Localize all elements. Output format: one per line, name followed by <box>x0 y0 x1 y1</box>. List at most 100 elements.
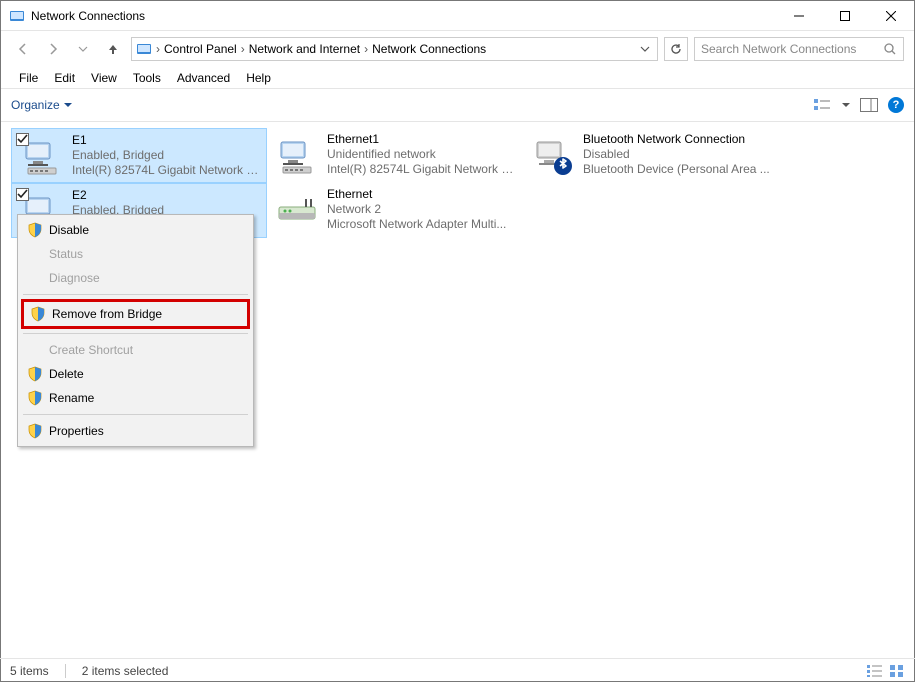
context-menu-item[interactable]: Properties <box>21 419 250 443</box>
view-options-button[interactable] <box>814 96 832 114</box>
up-button[interactable] <box>101 37 125 61</box>
shield-icon <box>27 222 43 238</box>
context-menu-item[interactable]: Rename <box>21 386 250 410</box>
adapter-icon <box>273 132 321 180</box>
menu-edit[interactable]: Edit <box>46 69 83 87</box>
context-menu-item: Status <box>21 242 250 266</box>
adapter-icon <box>529 132 577 180</box>
connection-status: Disabled <box>583 147 770 162</box>
menu-tools[interactable]: Tools <box>125 69 169 87</box>
large-icons-view-button[interactable] <box>889 664 905 678</box>
chevron-right-icon: › <box>241 42 245 56</box>
connection-status: Unidentified network <box>327 147 517 162</box>
details-view-button[interactable] <box>867 664 883 678</box>
chevron-right-icon: › <box>364 42 368 56</box>
menubar: File Edit View Tools Advanced Help <box>1 67 914 89</box>
organize-button[interactable]: Organize <box>11 98 72 112</box>
connection-text: Bluetooth Network ConnectionDisabledBlue… <box>583 132 770 179</box>
toolbar-right: ? <box>814 96 904 114</box>
window-icon <box>9 8 25 24</box>
search-icon <box>883 42 897 56</box>
context-menu-label: Properties <box>49 424 104 438</box>
search-placeholder: Search Network Connections <box>701 42 883 56</box>
shield-icon <box>27 366 43 382</box>
connection-device: Intel(R) 82574L Gigabit Network C... <box>327 162 517 177</box>
context-menu-item: Diagnose <box>21 266 250 290</box>
content-area: E1Enabled, BridgedIntel(R) 82574L Gigabi… <box>1 122 914 658</box>
context-menu-label: Delete <box>49 367 84 381</box>
search-input[interactable]: Search Network Connections <box>694 37 904 61</box>
context-menu-label: Status <box>49 247 83 261</box>
divider <box>65 664 66 678</box>
shield-icon <box>30 306 46 322</box>
context-menu: Disable Status Diagnose Remove from Bridge C… <box>17 214 254 447</box>
connection-device: Bluetooth Device (Personal Area ... <box>583 162 770 177</box>
context-menu-label: Remove from Bridge <box>52 307 162 321</box>
separator <box>23 333 248 334</box>
adapter-icon <box>273 187 321 235</box>
connection-text: E1Enabled, BridgedIntel(R) 82574L Gigabi… <box>72 133 260 178</box>
menu-help[interactable]: Help <box>238 69 279 87</box>
context-menu-label: Disable <box>49 223 89 237</box>
menu-file[interactable]: File <box>11 69 46 87</box>
shield-icon <box>27 390 43 406</box>
connection-device: Microsoft Network Adapter Multi... <box>327 217 506 232</box>
context-menu-item: Create Shortcut <box>21 338 250 362</box>
context-menu-item[interactable]: Remove from Bridge <box>24 302 247 326</box>
context-menu-label: Diagnose <box>49 271 100 285</box>
context-menu-item[interactable]: Delete <box>21 362 250 386</box>
highlighted-item: Remove from Bridge <box>21 299 250 329</box>
breadcrumb-part[interactable]: Control Panel <box>164 42 237 56</box>
connection-item[interactable]: Ethernet1Unidentified networkIntel(R) 82… <box>267 128 523 183</box>
help-button[interactable]: ? <box>888 97 904 113</box>
separator <box>23 294 248 295</box>
location-icon <box>136 41 152 57</box>
connection-item[interactable]: Bluetooth Network ConnectionDisabledBlue… <box>523 128 779 183</box>
connection-name: Ethernet <box>327 187 506 202</box>
preview-pane-button[interactable] <box>860 96 878 114</box>
status-item-count: 5 items <box>10 664 49 678</box>
recent-dropdown[interactable] <box>71 37 95 61</box>
menu-view[interactable]: View <box>83 69 125 87</box>
separator <box>23 414 248 415</box>
context-menu-item[interactable]: Disable <box>21 218 250 242</box>
status-bar: 5 items 2 items selected <box>0 658 915 682</box>
status-selected-count: 2 items selected <box>82 664 169 678</box>
connection-name: E1 <box>72 133 260 148</box>
maximize-button[interactable] <box>822 1 868 31</box>
context-menu-label: Create Shortcut <box>49 343 133 357</box>
checkbox-icon[interactable] <box>16 188 29 201</box>
breadcrumb-part[interactable]: Network and Internet <box>249 42 360 56</box>
minimize-button[interactable] <box>776 1 822 31</box>
connection-status: Network 2 <box>327 202 506 217</box>
connection-status: Enabled, Bridged <box>72 148 260 163</box>
refresh-button[interactable] <box>664 37 688 61</box>
connection-name: Ethernet1 <box>327 132 517 147</box>
connection-device: Intel(R) 82574L Gigabit Network C... <box>72 163 260 178</box>
status-right <box>867 664 905 678</box>
titlebar: Network Connections <box>1 1 914 31</box>
chevron-right-icon: › <box>156 42 160 56</box>
toolbar: Organize ? <box>1 89 914 122</box>
window-controls <box>776 1 914 31</box>
connection-item[interactable]: EthernetNetwork 2Microsoft Network Adapt… <box>267 183 523 238</box>
connection-item[interactable]: E1Enabled, BridgedIntel(R) 82574L Gigabi… <box>11 128 267 183</box>
chevron-down-icon[interactable] <box>637 44 653 54</box>
checkbox-icon[interactable] <box>16 133 29 146</box>
address-row: › Control Panel › Network and Internet ›… <box>1 31 914 67</box>
chevron-down-icon[interactable] <box>842 101 850 109</box>
shield-icon <box>27 423 43 439</box>
connection-name: Bluetooth Network Connection <box>583 132 770 147</box>
connection-text: EthernetNetwork 2Microsoft Network Adapt… <box>327 187 506 234</box>
window-title: Network Connections <box>31 9 776 23</box>
forward-button[interactable] <box>41 37 65 61</box>
menu-advanced[interactable]: Advanced <box>169 69 238 87</box>
close-button[interactable] <box>868 1 914 31</box>
address-bar[interactable]: › Control Panel › Network and Internet ›… <box>131 37 658 61</box>
back-button[interactable] <box>11 37 35 61</box>
context-menu-label: Rename <box>49 391 94 405</box>
connection-text: Ethernet1Unidentified networkIntel(R) 82… <box>327 132 517 179</box>
connection-name: E2 <box>72 188 164 203</box>
organize-label: Organize <box>11 98 60 112</box>
breadcrumb-part[interactable]: Network Connections <box>372 42 486 56</box>
